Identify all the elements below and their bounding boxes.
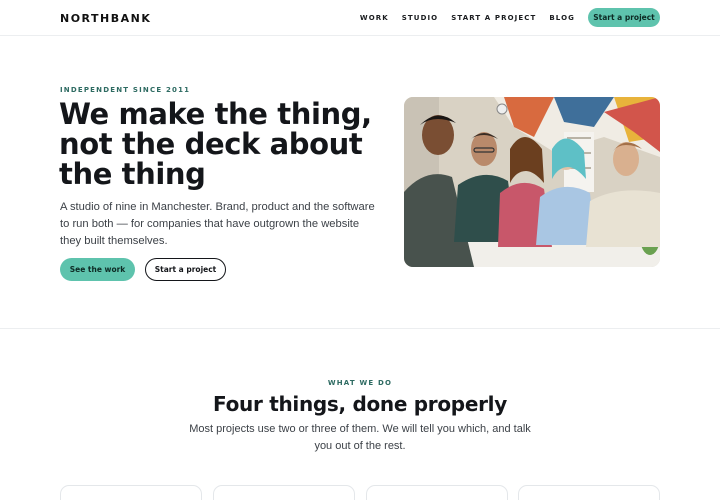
nav-link-studio[interactable]: STUDIO <box>402 14 438 22</box>
nav-link-blog[interactable]: BLOG <box>549 14 575 22</box>
see-the-work-button[interactable]: See the work <box>60 258 135 281</box>
brand-logo[interactable]: NORTHBANK <box>60 12 151 25</box>
nav-link-start-project[interactable]: START A PROJECT <box>451 14 536 22</box>
hero-title: We make the thing, not the deck about th… <box>59 97 372 191</box>
service-card[interactable] <box>213 485 355 500</box>
nav-links: WORK STUDIO START A PROJECT BLOG Start a… <box>360 8 660 27</box>
start-project-button[interactable]: Start a project <box>145 258 226 281</box>
hero-eyebrow: INDEPENDENT SINCE 2011 <box>60 86 191 94</box>
service-card[interactable] <box>366 485 508 500</box>
section-divider <box>0 328 720 329</box>
service-card[interactable] <box>60 485 202 500</box>
hero-description: A studio of nine in Manchester. Brand, p… <box>60 201 375 247</box>
nav-start-project-button[interactable]: Start a project <box>588 8 660 27</box>
services-eyebrow: WHAT WE DO <box>327 379 393 387</box>
services-title: Four things, done properly <box>213 392 507 416</box>
team-photo-illustration <box>404 97 660 267</box>
services-description: Most projects use two or three of them. … <box>189 423 531 452</box>
service-card[interactable] <box>518 485 660 500</box>
hero-team-photo <box>404 97 660 267</box>
top-navigation: NORTHBANK WORK STUDIO START A PROJECT BL… <box>0 0 720 36</box>
nav-link-work[interactable]: WORK <box>360 14 389 22</box>
